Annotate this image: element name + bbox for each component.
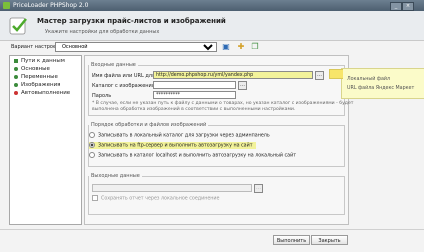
- circle-icon: [14, 90, 18, 95]
- check-icon: [14, 74, 18, 79]
- processing-order-legend: Порядок обработки и файлов изображений: [91, 122, 207, 128]
- hint-callout: Локальный файл URL файла Яндекс Маркет: [329, 68, 424, 99]
- browse-output-button[interactable]: …: [254, 184, 263, 193]
- sidebar-item-variables[interactable]: Переменные: [14, 74, 58, 81]
- input-data-legend: Входные данные: [91, 62, 136, 68]
- file-url-input[interactable]: http://demo.phpshop.ru/yml/yandex.php: [153, 71, 313, 79]
- password-input[interactable]: **********: [153, 91, 236, 99]
- radio-localhost[interactable]: Записывать в каталог localhost и выполни…: [89, 152, 296, 159]
- radio-circle-selected[interactable]: [89, 142, 95, 148]
- footer-divider: [0, 229, 424, 230]
- settings-toolbar: Вариант настроек: Основной ▣ ✚ ❐: [0, 41, 424, 53]
- output-data-group: Выходные данные: [88, 173, 345, 215]
- copy-settings-icon[interactable]: ❐: [250, 42, 260, 52]
- sidebar-item-main[interactable]: Основные: [14, 66, 50, 73]
- radio-ftp-server[interactable]: Записывать на ftp-сервер и выполнить авт…: [89, 142, 256, 149]
- window-titlebar: PriceLoader PHPShop 2.0 _ ×: [0, 0, 424, 11]
- add-settings-icon[interactable]: ✚: [236, 42, 246, 52]
- wizard-subtitle: Укажите настройки для обработки данных: [45, 29, 160, 35]
- sidebar-item-autorun[interactable]: Автовыполнение: [14, 90, 70, 97]
- variant-label: Вариант настроек:: [11, 44, 61, 50]
- images-dir-input[interactable]: [153, 81, 236, 89]
- browse-dir-button[interactable]: …: [238, 81, 247, 90]
- close-window-button[interactable]: ×: [402, 2, 414, 11]
- wizard-sidebar: Пути к данным Основные Переменные Изобра…: [9, 55, 82, 225]
- callout-line1: Локальный файл: [347, 77, 391, 82]
- window-title: PriceLoader PHPShop 2.0: [13, 2, 89, 9]
- callout-pointer: [329, 69, 343, 79]
- minimize-button[interactable]: _: [390, 2, 402, 11]
- save-settings-icon[interactable]: ▣: [221, 42, 231, 52]
- sidebar-item-images[interactable]: Изображения: [14, 82, 60, 89]
- radio-local-dir[interactable]: Записывать в локальный каталог для загру…: [89, 132, 270, 139]
- password-label: Пароль: [92, 93, 112, 99]
- browse-file-button[interactable]: …: [315, 71, 324, 80]
- phpshop-logo-icon: [9, 17, 27, 35]
- run-button[interactable]: Выполнить: [273, 235, 310, 245]
- images-dir-label: Каталог с изображениями: [92, 83, 162, 89]
- output-path-input[interactable]: [92, 184, 252, 192]
- input-note-line2: выполнена обработка изображений в соотве…: [92, 107, 296, 112]
- output-data-legend: Выходные данные: [91, 173, 140, 179]
- radio-circle[interactable]: [89, 152, 95, 158]
- close-button[interactable]: Закрыть: [311, 235, 348, 245]
- settings-panel: Входные данные Имя файла или URL для YML…: [84, 55, 353, 225]
- app-icon: [3, 2, 10, 9]
- sidebar-item-paths[interactable]: Пути к данным: [14, 58, 65, 65]
- callout-line2: URL файла Яндекс Маркет: [347, 86, 415, 91]
- check-icon: [14, 66, 18, 71]
- wizard-title: Мастер загрузки прайс-листов и изображен…: [37, 17, 226, 25]
- check-icon: [14, 82, 18, 87]
- radio-circle[interactable]: [89, 132, 95, 138]
- checkbox-box[interactable]: [92, 195, 98, 201]
- wizard-header: Мастер загрузки прайс-листов и изображен…: [0, 11, 424, 41]
- save-report-checkbox[interactable]: Сохранять отчет через локальное соединен…: [92, 195, 220, 202]
- variant-select[interactable]: Основной: [55, 42, 217, 52]
- arrow-icon: [14, 58, 18, 63]
